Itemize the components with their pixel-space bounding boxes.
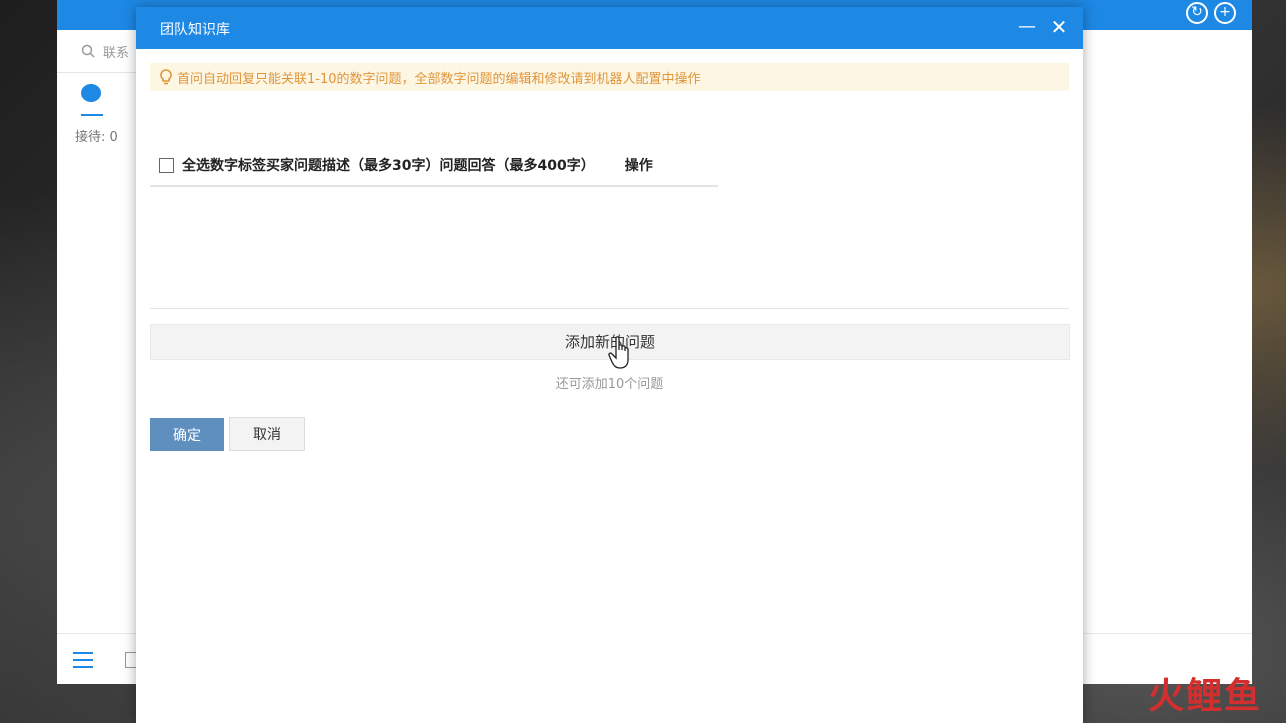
cancel-button[interactable]: 取消 [229,417,305,451]
minimize-button[interactable]: — [1015,15,1039,39]
select-all-checkbox[interactable] [159,157,174,173]
hand-pointer-icon [608,336,629,369]
close-button[interactable]: ✕ [1047,15,1071,39]
add-icon[interactable]: + [1214,2,1236,24]
active-tab-indicator [81,114,103,116]
notice-text: 首问自动回复只能关联1-10的数字问题，全部数字问题的编辑和修改请到机器人配置中… [177,71,701,87]
table-header: 全选数字标签买家问题描述（最多30字）问题回答（最多400字） 操作 [150,145,718,187]
notice-banner: 首问自动回复只能关联1-10的数字问题，全部数字问题的编辑和修改请到机器人配置中… [150,63,1069,91]
chat-bubble-icon[interactable] [81,84,101,102]
section-divider [150,308,1069,309]
search-placeholder: 联系 [103,45,130,61]
search-icon [81,44,95,58]
app-sidetabs [81,84,101,102]
confirm-button[interactable]: 确定 [150,418,224,451]
app-top-icons: ↻ + [1186,2,1236,24]
refresh-icon[interactable]: ↻ [1186,2,1208,24]
table-header-columns: 全选数字标签买家问题描述（最多30字）问题回答（最多400字） [182,158,595,174]
remaining-questions-hint: 还可添加10个问题 [555,377,664,392]
brand-watermark: 火鲤鱼 [1147,675,1262,717]
dialog-title: 团队知识库 [160,22,230,38]
table-header-operations: 操作 [624,158,653,174]
dialog-header: 团队知识库 — ✕ [136,7,1083,49]
menu-icon[interactable] [73,652,93,673]
lightbulb-icon [160,69,172,85]
reception-status: 接待: 0 [75,130,118,145]
